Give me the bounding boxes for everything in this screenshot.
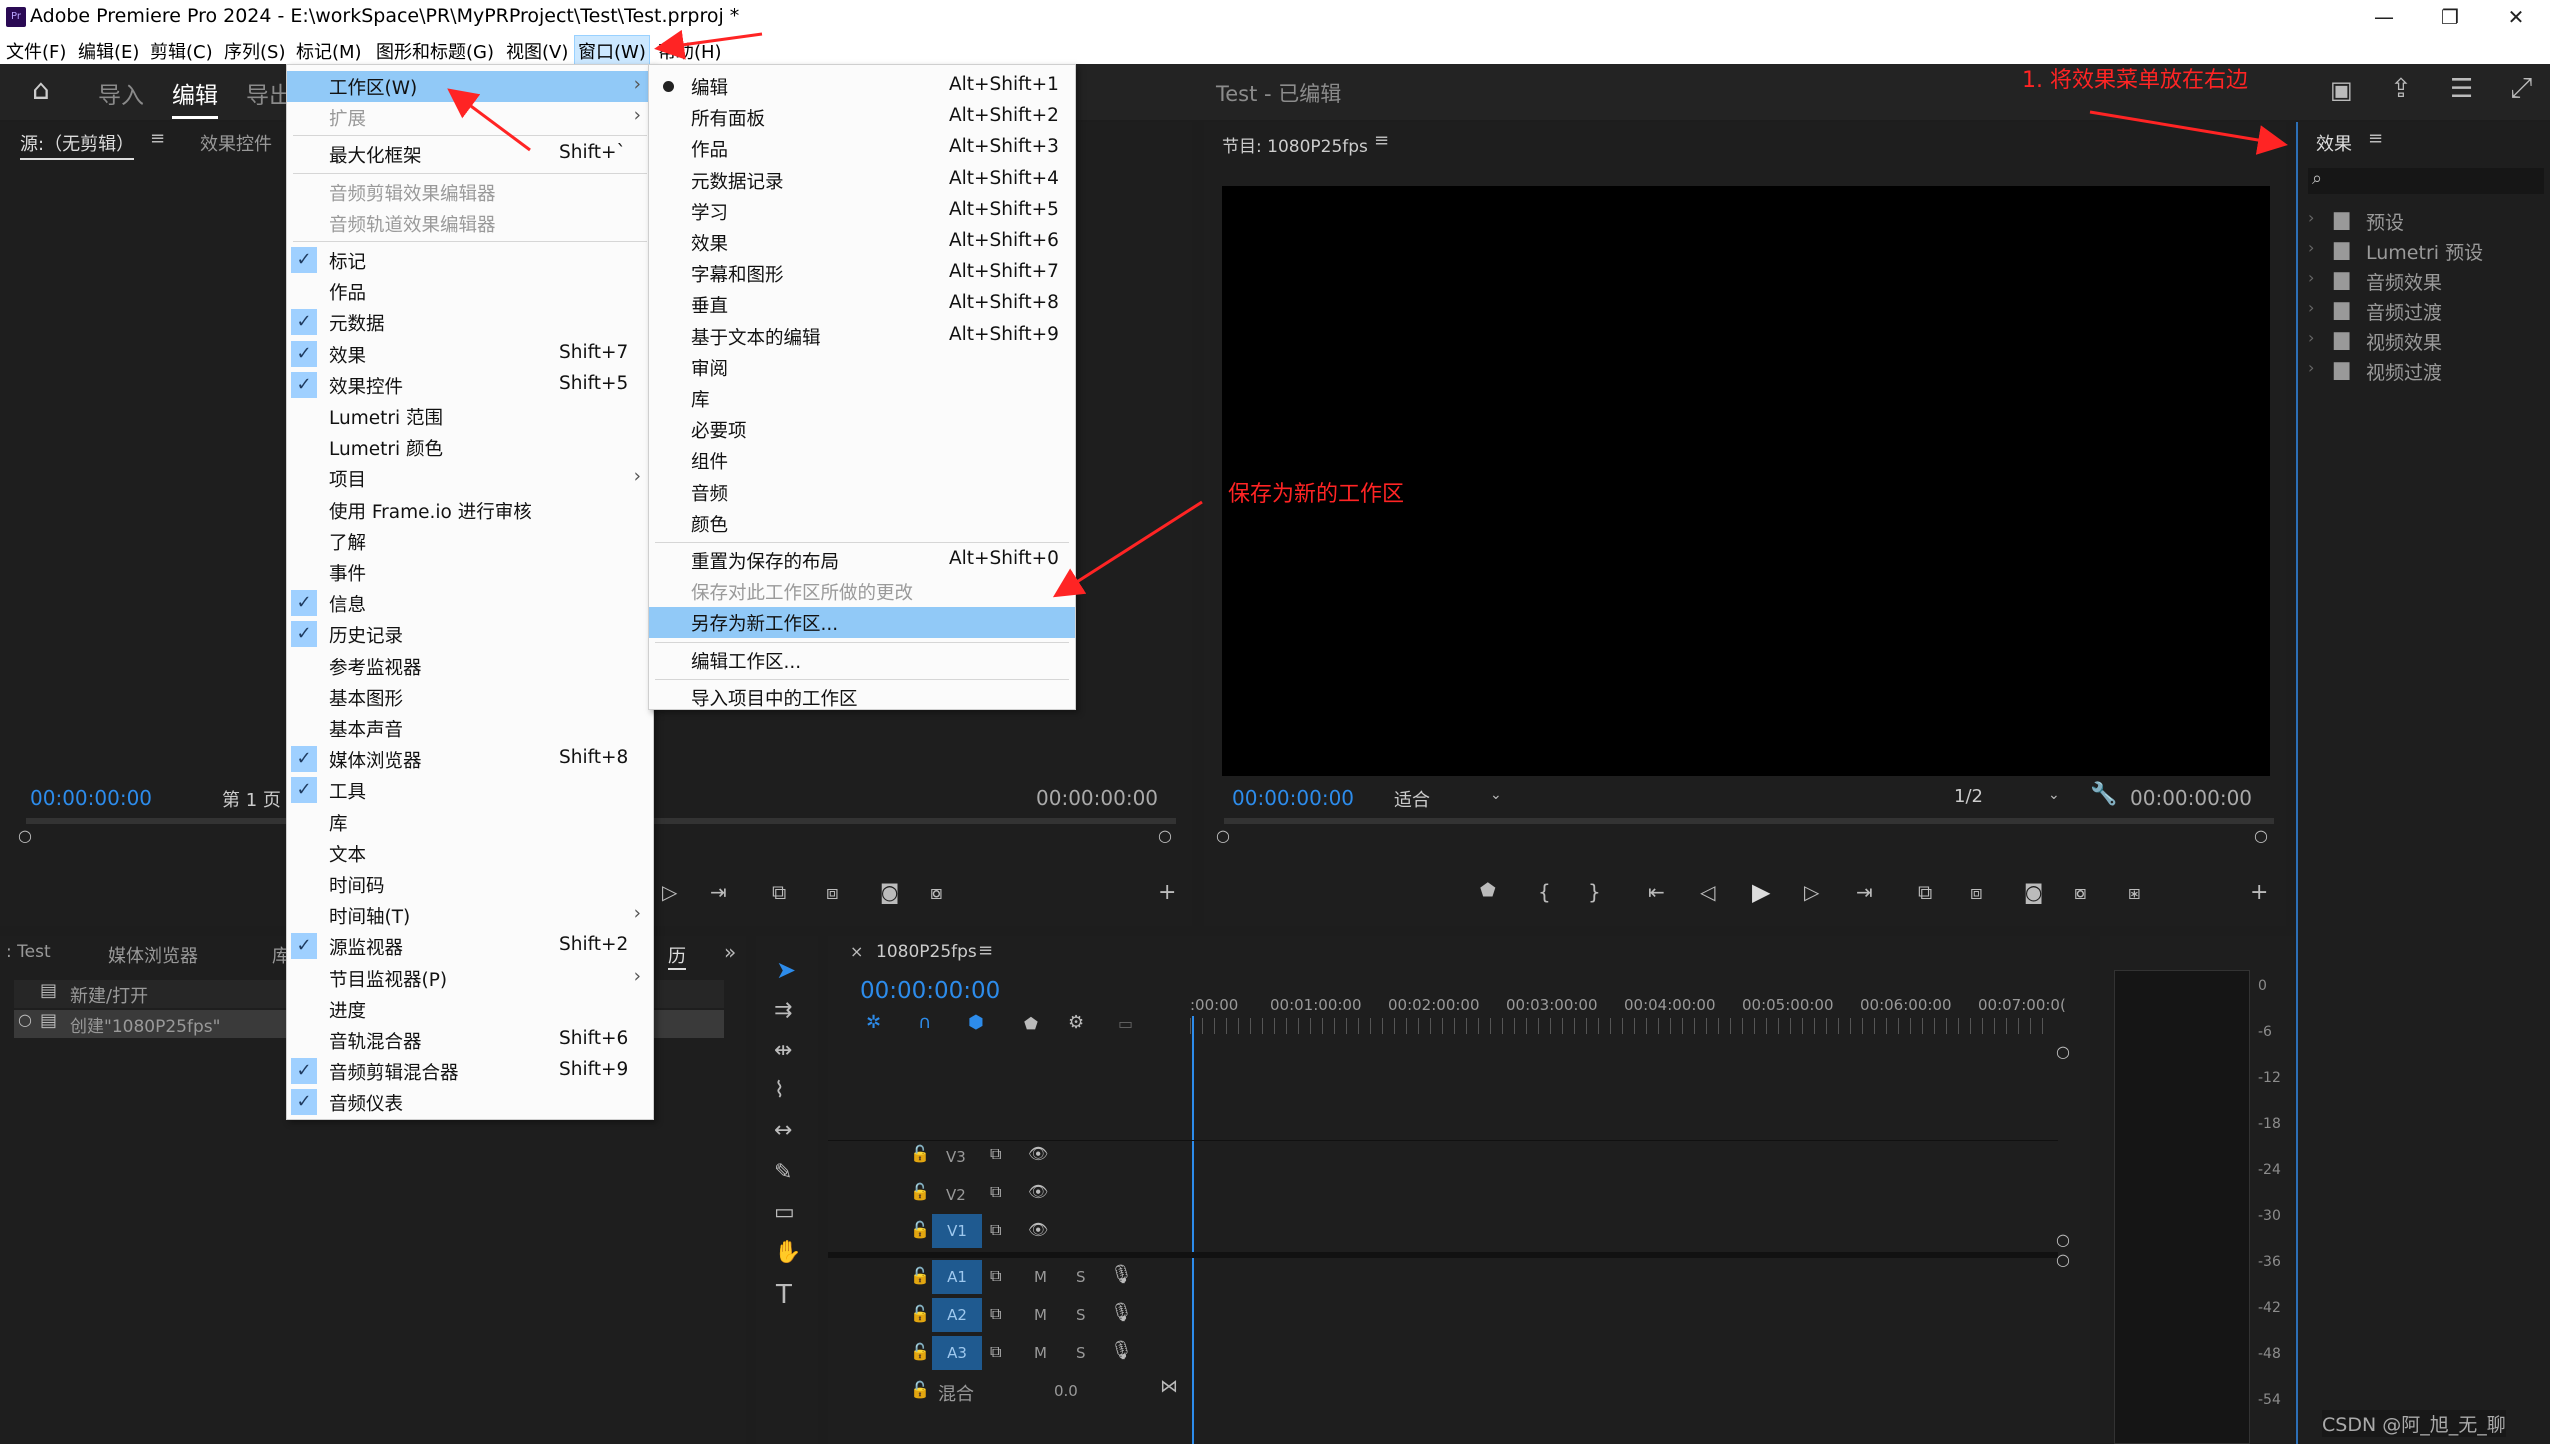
annotation-arrows (447, 29, 2288, 598)
arrow-to-effects (2089, 110, 2288, 155)
arrow-to-save-workspace (1052, 500, 1203, 598)
annotation-save-workspace: 保存为新的工作区 (1228, 482, 1405, 507)
arrow-to-workspace (447, 88, 531, 152)
watermark: CSDN @阿_旭_无_聊 (2322, 1410, 2506, 1437)
arrow-to-window-menu (654, 29, 763, 60)
annotation-effects-right: 1. 将效果菜单放在右边 (2022, 68, 2248, 93)
